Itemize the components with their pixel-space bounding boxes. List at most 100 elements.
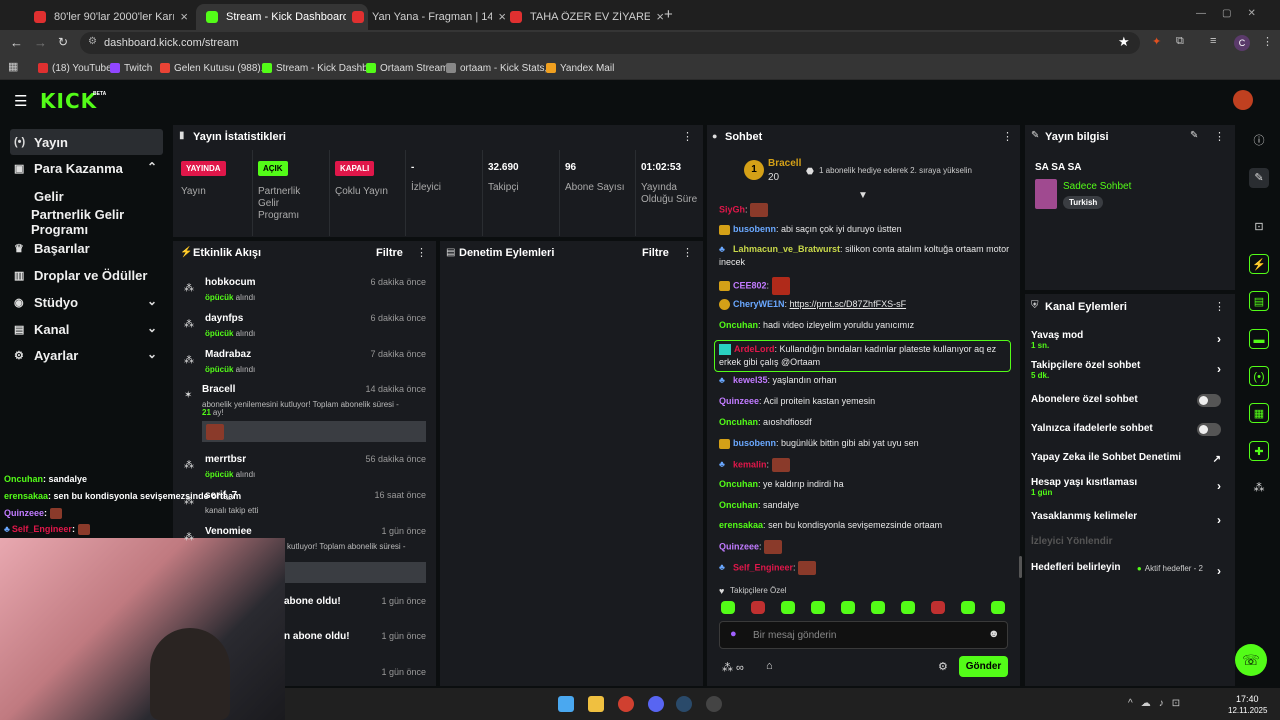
channel-actions-menu-icon[interactable]: ⋮ [1214, 300, 1225, 313]
collapse-icon[interactable]: ▼ [858, 190, 868, 201]
broadcast-icon[interactable]: (•) [1249, 366, 1269, 386]
steam-icon[interactable] [676, 696, 692, 712]
wrench-icon[interactable]: ✚ [1249, 441, 1269, 461]
chat-message[interactable]: CEE802: [719, 277, 1014, 295]
chat-message[interactable]: CheryWE1N: https://prnt.sc/D87ZhfFXS-sF [719, 298, 1014, 311]
chevron-right-icon[interactable]: › [1217, 332, 1221, 346]
send-button[interactable]: Gönder [959, 656, 1008, 677]
dashboard-icon[interactable]: ▦ [1249, 403, 1269, 423]
clock-date[interactable]: 12.11.2025 [1228, 706, 1267, 715]
info-icon[interactable]: ⓘ [1249, 131, 1269, 151]
bookmark-item[interactable]: (18) YouTube [38, 60, 112, 76]
sidebar-item[interactable]: Gelir [10, 183, 163, 209]
emote-button[interactable] [751, 601, 765, 614]
activity-event[interactable]: ⁂ hobkocum 6 dakika önce öpücük alındı [180, 277, 430, 307]
chat-message[interactable]: ♣ Lahmacun_ve_Bratwurst: silikon conta at… [719, 243, 1014, 269]
channel-action[interactable]: Hesap yaşı kısıtlaması 1 gün › [1031, 477, 1227, 499]
emote-button[interactable] [961, 601, 975, 614]
channel-action[interactable]: Takipçilere özel sohbet 5 dk. › [1031, 360, 1227, 382]
chevron-up-icon[interactable]: ⌃ [147, 160, 157, 174]
puzzle-icon[interactable]: ⧉ [1176, 35, 1184, 48]
chat-points-icon[interactable]: ⁂ ∞ [722, 661, 744, 674]
bookmark-star-icon[interactable]: ★ [1118, 34, 1130, 50]
chat-input[interactable]: ● Bir mesaj gönderin ☻ [719, 621, 1008, 649]
chat-username[interactable]: Oncuhan [719, 500, 758, 510]
chevron-down-icon[interactable]: ⌄ [147, 294, 157, 308]
bookmark-item[interactable]: Twitch [110, 60, 152, 76]
emote-button[interactable] [721, 601, 735, 614]
chat-message[interactable]: ♣ Self_Engineer: [719, 561, 1014, 575]
chat-message[interactable]: Quinzeee: Acil proitein kastan yemesin [719, 395, 1014, 408]
bookmark-item[interactable]: Gelen Kutusu (988)... [160, 60, 269, 76]
document-icon[interactable]: ▤ [1249, 291, 1269, 311]
chat-icon[interactable]: ▬ [1249, 329, 1269, 349]
obs-icon[interactable] [706, 696, 722, 712]
apps-icon[interactable]: ▦ [8, 60, 18, 73]
language-tag[interactable]: Turkish [1063, 196, 1104, 209]
chat-message[interactable]: Oncuhan: aıoshdfiosdf [719, 416, 1014, 429]
bookmark-item[interactable]: Yandex Mail [546, 60, 614, 76]
emoji-icon[interactable]: ☻ [988, 628, 1000, 640]
microphone-icon[interactable]: ● [730, 628, 737, 640]
chevron-right-icon[interactable]: › [1217, 513, 1221, 527]
chat-message[interactable]: ♣ kemalin: [719, 458, 1014, 472]
kick-logo[interactable]: KICK [40, 89, 97, 113]
chevron-down-icon[interactable]: ⌄ [147, 347, 157, 361]
chat-message[interactable]: Oncuhan: hadi video izleyelim yoruldu ya… [719, 319, 1014, 332]
points-icon[interactable]: ⁂ [1249, 478, 1269, 498]
emote-button[interactable] [871, 601, 885, 614]
chat-message[interactable]: Oncuhan: sandalye [719, 499, 1014, 512]
chat-username[interactable]: Self_Engineer [733, 562, 793, 572]
activity-event[interactable]: n abone oldu! 1 gün önce [180, 631, 430, 661]
chat-message[interactable]: ♣ kewel35: yaşlandın orhan [719, 374, 1014, 387]
chat-message[interactable]: SiyGh: [719, 203, 1014, 217]
profile-avatar[interactable]: C [1234, 35, 1250, 51]
chat-scrollbar[interactable] [1019, 556, 1022, 578]
toggle-switch[interactable] [1197, 423, 1221, 436]
pinned-gifter[interactable]: 1 Bracell 20 ⬣ 1 abonelik hediye ederek … [714, 152, 1014, 201]
sidebar-item[interactable]: ♛ Başarılar [10, 235, 163, 261]
chevron-right-icon[interactable]: › [1217, 564, 1221, 578]
hamburger-menu-icon[interactable]: ☰ [14, 92, 27, 110]
sidebar-item[interactable]: ▥ Droplar ve Ödüller [10, 262, 163, 288]
emote-button[interactable] [931, 601, 945, 614]
site-info-icon[interactable]: ⚙ [88, 36, 97, 47]
reload-icon[interactable]: ↻ [58, 35, 68, 49]
moderation-filter-button[interactable]: Filtre [642, 247, 669, 259]
toggle-switch[interactable] [1197, 394, 1221, 407]
bookmark-item[interactable]: Ortaam Stream [366, 60, 448, 76]
chat-username[interactable]: CheryWE1N [733, 299, 785, 309]
external-link-icon[interactable]: ↗ [1213, 454, 1221, 465]
capture-icon[interactable]: ⊡ [1249, 217, 1269, 237]
chat-link[interactable]: https://prnt.sc/D87ZhfFXS-sF [790, 299, 907, 309]
chevron-right-icon[interactable]: › [1217, 479, 1221, 493]
bookmark-item[interactable]: ortaam - Kick Stats,... [446, 60, 556, 76]
sidebar-item[interactable]: ▣ Para Kazanma ⌃ [10, 155, 163, 181]
chat-username[interactable]: CEE802 [733, 280, 767, 290]
chrome-taskbar-icon[interactable] [618, 696, 634, 712]
channel-action[interactable]: Yalnızca ifadelerle sohbet [1031, 423, 1227, 445]
user-avatar[interactable] [1233, 90, 1253, 110]
chevron-down-icon[interactable]: ⌄ [147, 321, 157, 335]
activity-menu-icon[interactable]: ⋮ [416, 246, 427, 259]
edit-icon[interactable]: ✎ [1190, 130, 1198, 141]
sidebar-item[interactable]: ⚙ Ayarlar ⌄ [10, 342, 163, 368]
emote-button[interactable] [811, 601, 825, 614]
window-controls[interactable]: —▢✕ [1196, 8, 1272, 19]
activity-event[interactable]: ⁂ merrtbsr 56 dakika önce öpücük alındı [180, 454, 430, 484]
file-explorer-icon[interactable] [588, 696, 604, 712]
discord-icon[interactable] [648, 696, 664, 712]
sidebar-item[interactable]: ◉ Stüdyo ⌄ [10, 289, 163, 315]
tab-close-icon[interactable]: × [656, 9, 664, 24]
edit-icon[interactable]: ✎ [1249, 168, 1269, 188]
chat-username[interactable]: kemalin [733, 459, 767, 469]
activity-filter-button[interactable]: Filtre [376, 247, 403, 259]
support-chat-button[interactable]: ☏ [1235, 644, 1267, 676]
chat-message[interactable]: busobenn: bugünlük bittin gibi abi yat u… [719, 437, 1014, 450]
sidebar-item[interactable]: ▤ Kanal ⌄ [10, 316, 163, 342]
forward-icon[interactable]: → [34, 35, 47, 50]
sidebar-item[interactable]: Partnerlik Gelir Programı [10, 207, 163, 237]
lightning-icon[interactable]: ⚡ [1249, 254, 1269, 274]
chat-username[interactable]: kewel35 [733, 375, 768, 385]
url-field[interactable]: ⚙ dashboard.kick.com/stream ★ [80, 32, 1140, 54]
